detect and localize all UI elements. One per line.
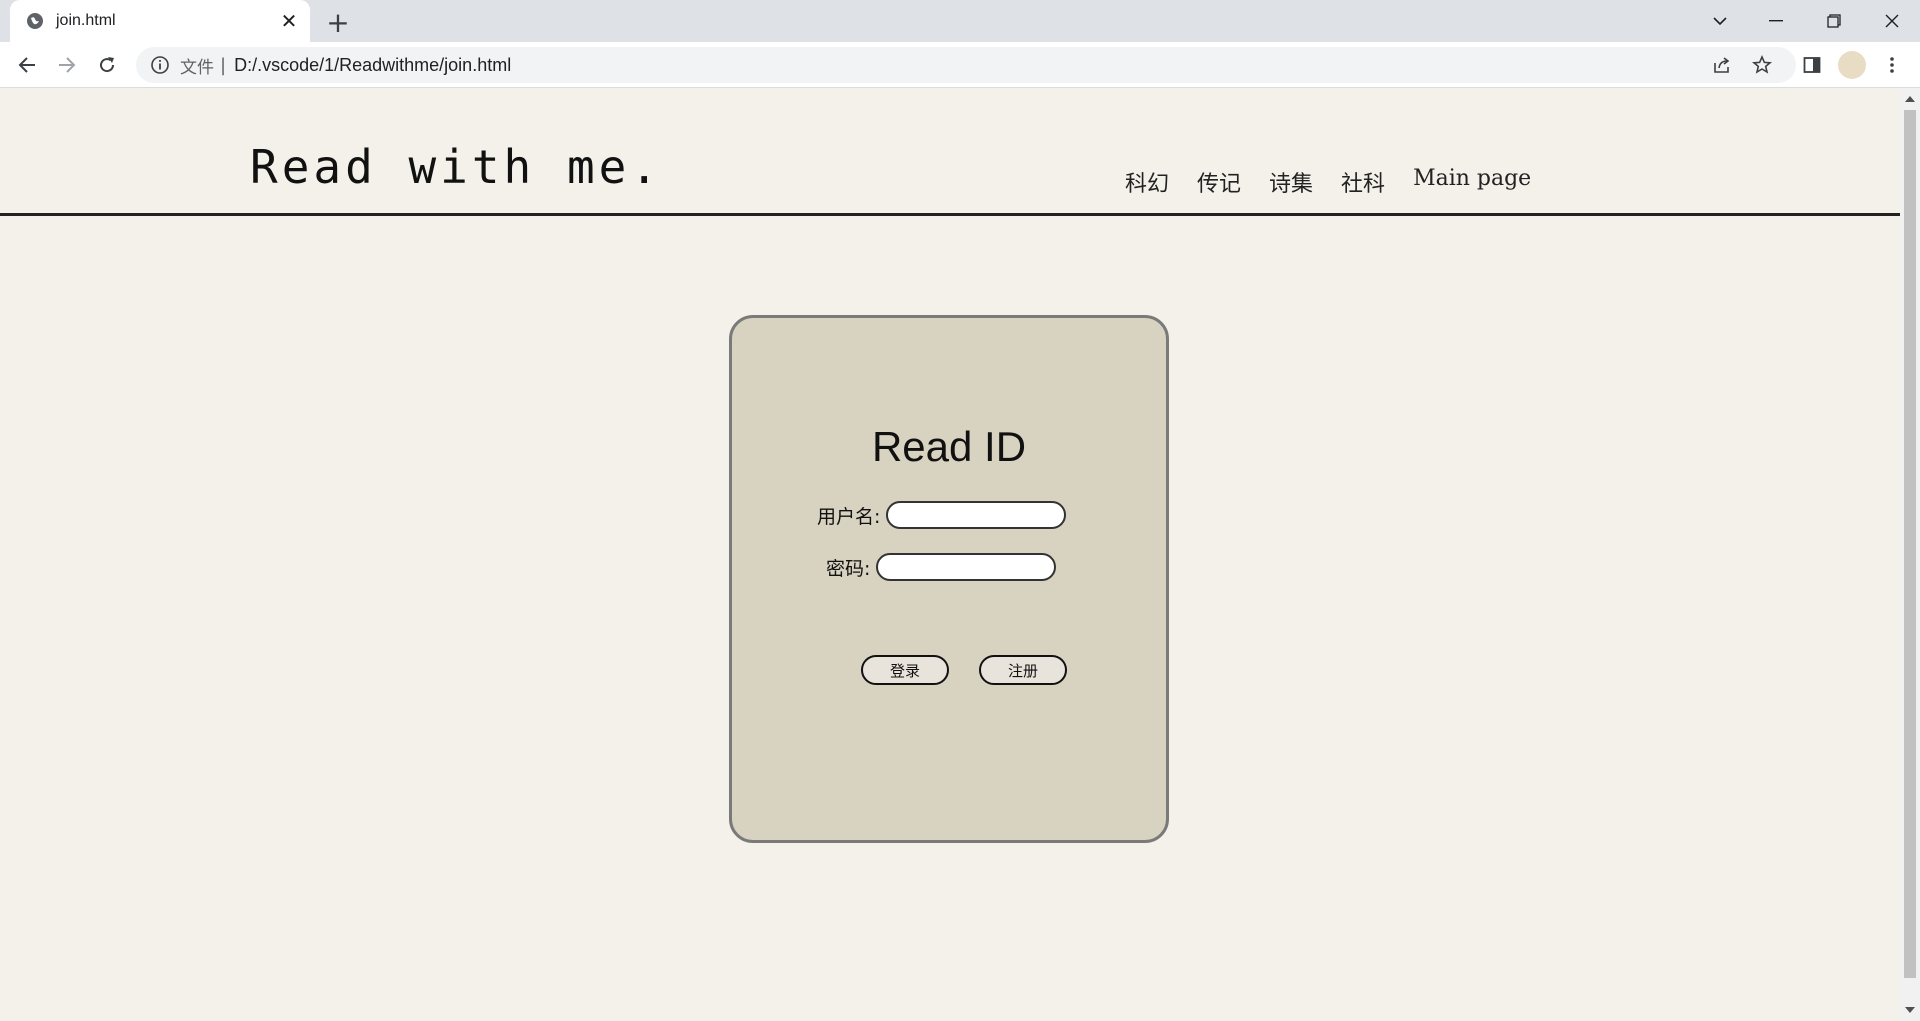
- info-icon[interactable]: [150, 55, 170, 75]
- password-input[interactable]: [876, 553, 1057, 581]
- minimize-icon[interactable]: [1748, 0, 1804, 42]
- nav-item-scifi[interactable]: 科幻: [1125, 166, 1169, 198]
- restore-icon[interactable]: [1806, 0, 1862, 42]
- new-tab-icon[interactable]: +: [322, 6, 354, 39]
- tab-close-icon[interactable]: ✕: [274, 6, 304, 36]
- header-divider: [0, 213, 1900, 216]
- password-row: 密码:: [826, 553, 1057, 581]
- close-window-icon[interactable]: [1864, 0, 1920, 42]
- username-label: 用户名:: [817, 505, 881, 528]
- profile-avatar[interactable]: [1836, 49, 1868, 81]
- scroll-down-arrow-icon[interactable]: [1905, 1007, 1915, 1013]
- browser-tab[interactable]: join.html ✕: [10, 0, 310, 42]
- scroll-thumb[interactable]: [1904, 110, 1916, 978]
- login-button[interactable]: 登录: [861, 655, 949, 685]
- back-arrow-icon[interactable]: [11, 49, 43, 81]
- nav-item-social-science[interactable]: 社科: [1341, 166, 1385, 198]
- site-nav: 科幻 传记 诗集 社科 Main page: [1125, 166, 1531, 198]
- scheme-label: 文件: [180, 57, 214, 78]
- tab-search-chevron-icon[interactable]: [1692, 0, 1748, 42]
- login-title: Read ID: [871, 423, 1027, 470]
- login-card: Read ID 用户名: 密码: 登录 注册: [729, 315, 1169, 843]
- browser-tab-strip: join.html ✕ +: [0, 0, 1920, 42]
- url-text[interactable]: D:/.vscode/1/Readwithme/join.html: [234, 55, 511, 76]
- register-button[interactable]: 注册: [979, 655, 1067, 685]
- nav-item-main-page[interactable]: Main page: [1413, 166, 1531, 198]
- password-label: 密码:: [826, 557, 871, 580]
- share-icon[interactable]: [1708, 51, 1736, 79]
- username-row: 用户名:: [817, 501, 1067, 529]
- bookmark-star-icon[interactable]: [1748, 51, 1776, 79]
- tab-title: join.html: [56, 12, 116, 29]
- reload-icon[interactable]: [91, 49, 123, 81]
- forward-arrow-icon[interactable]: [51, 49, 83, 81]
- nav-item-biography[interactable]: 传记: [1197, 166, 1241, 198]
- nav-item-poetry[interactable]: 诗集: [1269, 166, 1313, 198]
- page-scrollbar[interactable]: [1900, 88, 1920, 1021]
- username-input[interactable]: [886, 501, 1067, 529]
- browser-toolbar: 文件 | D:/.vscode/1/Readwithme/join.html: [0, 42, 1920, 88]
- scheme-separator: |: [220, 54, 227, 76]
- side-panel-icon[interactable]: [1796, 49, 1828, 81]
- page-viewport: Read with me. 科幻 传记 诗集 社科 Main page Read…: [0, 88, 1900, 1021]
- globe-icon: [27, 13, 43, 29]
- address-bar[interactable]: 文件 | D:/.vscode/1/Readwithme/join.html: [136, 47, 1796, 83]
- menu-kebab-icon[interactable]: [1876, 49, 1908, 81]
- site-logo: Read with me.: [250, 140, 663, 194]
- scroll-up-arrow-icon[interactable]: [1905, 96, 1915, 102]
